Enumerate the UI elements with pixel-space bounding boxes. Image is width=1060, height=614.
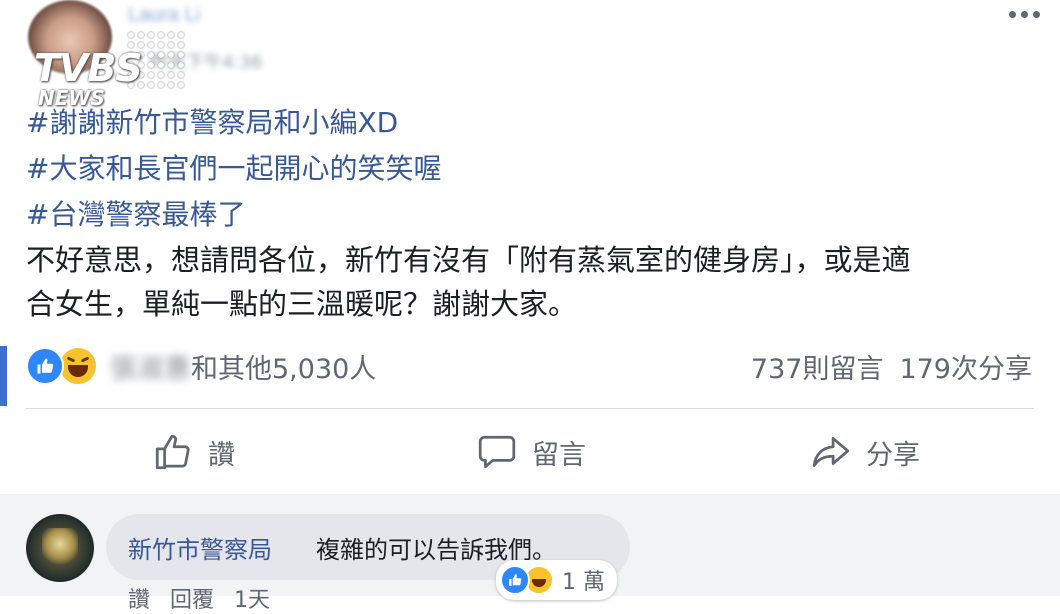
- author-name[interactable]: Laura Li: [128, 4, 200, 27]
- comment-reaction-count: 1 萬: [562, 570, 605, 595]
- watermark-brand: TVBS: [34, 46, 143, 90]
- commenter-name[interactable]: 新竹市警察局: [128, 530, 272, 565]
- post-body-line: 不好意思，想請問各位，新竹有沒有「附有蒸氣室的健身房」，或是適: [26, 243, 911, 277]
- post-body-line: 合女生，單純一點的三溫暖呢？謝謝大家。: [26, 287, 578, 321]
- comment-actions: 讚 回覆 1天: [128, 582, 270, 614]
- reaction-summary[interactable]: 張淑惠 和其他5,030人: [26, 346, 376, 386]
- share-arrow-icon: [812, 436, 850, 468]
- speech-bubble-icon: [478, 435, 516, 469]
- hashtag-link[interactable]: #謝謝新竹市警察局和小編XD: [26, 100, 441, 146]
- like-button-label: 讚: [208, 439, 235, 471]
- comment-like-link[interactable]: 讚: [128, 582, 150, 614]
- post-body: 不好意思，想請問各位，新竹有沒有「附有蒸氣室的健身房」，或是適 合女生，單純一點…: [26, 238, 1036, 326]
- reactor-others[interactable]: 和其他5,030人: [191, 347, 376, 386]
- like-reaction-icon: [26, 347, 64, 385]
- divider: [26, 408, 1034, 409]
- comment-button[interactable]: 留言: [476, 428, 586, 476]
- more-options-icon[interactable]: [1004, 2, 1044, 26]
- comment-reply-link[interactable]: 回覆: [170, 582, 214, 614]
- police-emblem-icon: [42, 528, 78, 568]
- facebook-post: Laura Li 昨天下午4:36 TVBS NEWS #謝謝新竹市警察局和小編…: [0, 0, 1060, 613]
- comment-button-label: 留言: [532, 439, 586, 471]
- haha-reaction-icon: [58, 346, 98, 386]
- shares-count[interactable]: 179次分享: [899, 347, 1032, 386]
- hashtag-link[interactable]: #大家和長官們一起開心的笑笑喔: [26, 146, 441, 192]
- left-accent-bar: [0, 346, 7, 406]
- commenter-avatar[interactable]: [26, 514, 94, 582]
- reactor-name[interactable]: 張淑惠: [110, 347, 191, 386]
- engagement-counts: 737則留言 179次分享: [751, 346, 1032, 386]
- share-button[interactable]: 分享: [810, 428, 920, 476]
- share-button-label: 分享: [866, 439, 920, 471]
- like-button[interactable]: 讚: [152, 428, 235, 476]
- hashtag-link[interactable]: #台灣警察最棒了: [26, 192, 441, 238]
- like-reaction-icon: [500, 565, 530, 595]
- comments-count[interactable]: 737則留言: [751, 347, 884, 386]
- hashtag-list: #謝謝新竹市警察局和小編XD #大家和長官們一起開心的笑笑喔 #台灣警察最棒了: [26, 100, 441, 238]
- comment-time[interactable]: 1天: [234, 582, 270, 614]
- comment-reactions[interactable]: 1 萬: [496, 560, 617, 600]
- thumbs-up-icon: [155, 434, 190, 470]
